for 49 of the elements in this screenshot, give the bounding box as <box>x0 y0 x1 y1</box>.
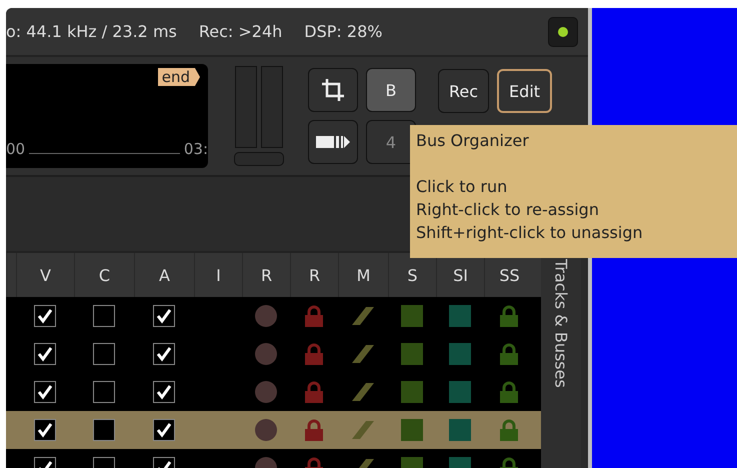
lock-icon[interactable] <box>303 343 325 365</box>
tooltip-title: Bus Organizer <box>416 130 530 152</box>
track-row[interactable] <box>6 297 541 335</box>
lock-icon[interactable] <box>498 343 520 365</box>
slanted-bar-icon[interactable] <box>352 305 374 327</box>
checkbox[interactable] <box>153 305 175 327</box>
checkbox[interactable] <box>93 381 115 403</box>
checkbox[interactable] <box>93 343 115 365</box>
range-button[interactable] <box>308 120 358 164</box>
checkbox[interactable] <box>93 419 115 441</box>
track-row[interactable] <box>6 373 541 411</box>
checkbox[interactable] <box>34 343 56 365</box>
mode-button[interactable]: Edit <box>497 69 552 113</box>
record-dot-icon[interactable] <box>255 381 277 403</box>
slanted-bar-icon[interactable] <box>352 381 374 403</box>
tooltip-line: Shift+right-click to unassign <box>416 222 644 244</box>
record-dot-icon[interactable] <box>255 343 277 365</box>
checkbox[interactable] <box>153 419 175 441</box>
mode-button[interactable]: Rec <box>438 69 490 113</box>
range-play-icon <box>316 135 350 149</box>
checkbox[interactable] <box>34 381 56 403</box>
tooltip-line: Click to run <box>416 176 508 198</box>
end-marker: end <box>158 68 200 86</box>
lock-icon[interactable] <box>303 419 325 441</box>
crop-button[interactable] <box>308 68 358 112</box>
lock-icon[interactable] <box>303 381 325 403</box>
status-text: Rec: >24h <box>198 22 282 41</box>
checkbox[interactable] <box>153 381 175 403</box>
lock-icon[interactable] <box>498 381 520 403</box>
checkbox[interactable] <box>34 305 56 327</box>
record-dot-icon[interactable] <box>255 305 277 327</box>
lock-icon[interactable] <box>498 419 520 441</box>
checkbox[interactable] <box>34 419 56 441</box>
lock-icon[interactable] <box>498 305 520 327</box>
ruler-label: 00 <box>6 140 26 158</box>
status-text: o: 44.1 kHz / 23.2 ms <box>6 22 177 41</box>
lock-icon[interactable] <box>303 305 325 327</box>
led-button[interactable] <box>548 16 578 46</box>
track-row[interactable] <box>6 411 541 449</box>
slanted-bar-icon[interactable] <box>352 419 374 441</box>
tooltip-line: Right-click to re-assign <box>416 199 600 221</box>
crop-icon <box>320 77 346 103</box>
slanted-bar-icon[interactable] <box>352 343 374 365</box>
record-dot-icon[interactable] <box>255 419 277 441</box>
status-text: DSP: 28% <box>304 22 382 41</box>
tool-button[interactable]: B <box>366 68 416 112</box>
checkbox[interactable] <box>93 305 115 327</box>
checkbox[interactable] <box>153 343 175 365</box>
ruler-label: 03: <box>184 140 208 158</box>
